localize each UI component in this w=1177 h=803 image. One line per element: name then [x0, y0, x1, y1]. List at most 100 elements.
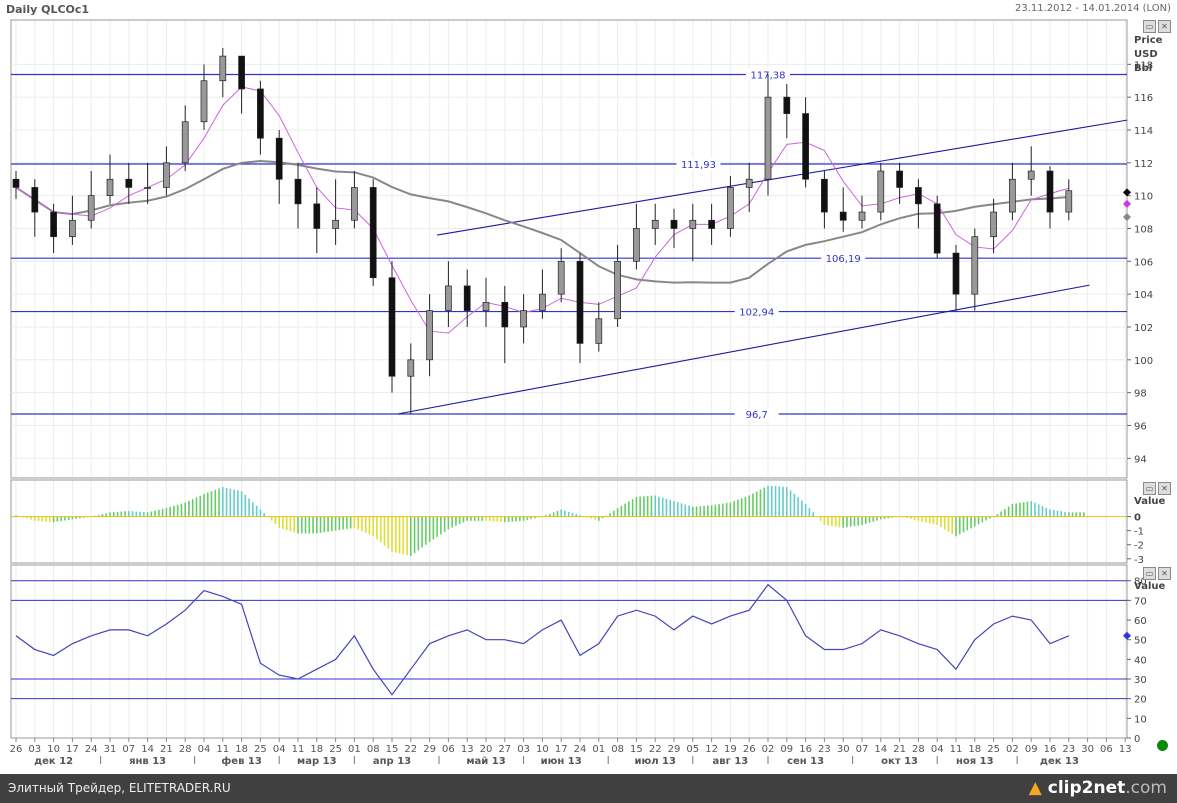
- candle-down: [257, 88, 264, 139]
- rsi-tick-label: 10: [1134, 714, 1147, 725]
- candle-down: [1046, 170, 1054, 213]
- month-label: май 13: [466, 756, 505, 767]
- x-tick-label: 11: [216, 744, 229, 755]
- minimize-icon[interactable]: ▭: [1143, 20, 1156, 33]
- close-icon[interactable]: ✕: [1158, 20, 1171, 33]
- close-icon[interactable]: ✕: [1158, 567, 1171, 580]
- price-tick-label: 116: [1134, 93, 1153, 104]
- price-tick-label: 108: [1134, 224, 1153, 235]
- x-tick-label: 31: [104, 744, 117, 755]
- x-tick-label: 26: [10, 744, 23, 755]
- candle-down: [915, 187, 922, 205]
- clip2net-logo: ▲ clip2net.com: [1028, 778, 1167, 798]
- rsi-tick-label: 30: [1134, 675, 1147, 686]
- axis-label-currency: USD: [1134, 49, 1158, 60]
- candle-down: [238, 55, 245, 90]
- candle-up: [1009, 178, 1016, 213]
- rsi-tick-label: 50: [1134, 636, 1147, 647]
- candle-down: [896, 170, 903, 188]
- trend-line: [437, 119, 1128, 236]
- minimize-icon[interactable]: ▭: [1143, 482, 1156, 495]
- x-tick-label: 21: [160, 744, 173, 755]
- candle-up: [1065, 190, 1073, 213]
- x-tick-label: 01: [592, 744, 605, 755]
- x-tick-label: 15: [386, 744, 399, 755]
- status-indicator: [1157, 740, 1168, 751]
- x-tick-label: 17: [66, 744, 79, 755]
- candle-up: [219, 55, 227, 82]
- x-tick-label: 14: [874, 744, 887, 755]
- x-tick-label: 06: [1100, 744, 1113, 755]
- rsi-panel: [10, 564, 1128, 739]
- candle-up: [539, 293, 546, 311]
- x-tick-label: 25: [329, 744, 342, 755]
- x-tick-label: 29: [423, 744, 436, 755]
- rsi-current-marker: [1123, 631, 1131, 640]
- price-panel: [10, 19, 1128, 479]
- candle-down: [783, 96, 791, 114]
- x-tick-label: 04: [931, 744, 944, 755]
- trend-line: [397, 284, 1090, 415]
- x-tick-label: 10: [47, 744, 60, 755]
- rsi-tick-label: 20: [1134, 695, 1147, 706]
- chart-canvas[interactable]: 949698100102104106108110112114116118117,…: [0, 0, 1177, 774]
- level-label: 106,19: [826, 254, 861, 265]
- candle-down: [670, 219, 678, 229]
- x-tick-label: 09: [780, 744, 793, 755]
- month-label: фев 13: [221, 755, 261, 767]
- candle-up: [407, 359, 415, 377]
- x-tick-label: 07: [856, 744, 869, 755]
- level-label: 96,7: [746, 410, 768, 421]
- rsi-tick-label: 60: [1134, 616, 1147, 627]
- candle-down: [576, 260, 584, 344]
- candle-down: [369, 187, 377, 279]
- candle-up: [200, 80, 208, 123]
- candle-down: [933, 203, 941, 254]
- x-tick-label: 28: [179, 744, 192, 755]
- candle-up: [163, 162, 170, 188]
- month-label: июл 13: [634, 756, 675, 767]
- minimize-icon[interactable]: ▭: [1143, 567, 1156, 580]
- x-tick-label: 25: [254, 744, 267, 755]
- x-tick-label: 22: [404, 744, 417, 755]
- macd-tick-label: 0: [1134, 513, 1141, 524]
- x-tick-label: 20: [480, 744, 493, 755]
- candle-up: [877, 170, 885, 213]
- last-value-marker: [1123, 212, 1131, 221]
- x-tick-label: 11: [950, 744, 963, 755]
- footer: Элитный Трейдер, ELITETRADER.RU ▲ clip2n…: [0, 774, 1177, 803]
- x-tick-label: 02: [1006, 744, 1019, 755]
- candle-up: [614, 260, 621, 320]
- last-value-marker: [1123, 199, 1131, 208]
- x-tick-label: 23: [818, 744, 831, 755]
- x-tick-label: 13: [461, 744, 474, 755]
- candle-down: [388, 277, 396, 377]
- candle-down: [821, 178, 828, 213]
- x-tick-label: 10: [536, 744, 549, 755]
- x-tick-label: 22: [649, 744, 662, 755]
- axis-label-unit: Bbl: [1134, 63, 1153, 74]
- axis-label-price: Price: [1134, 35, 1163, 46]
- x-tick-label: 07: [122, 744, 135, 755]
- price-tick-label: 102: [1134, 323, 1153, 334]
- x-tick-label: 24: [574, 744, 587, 755]
- candle-up: [106, 178, 114, 196]
- close-icon[interactable]: ✕: [1158, 482, 1171, 495]
- month-label: ноя 13: [956, 756, 994, 767]
- month-label: дек 13: [1040, 756, 1079, 767]
- candle-down: [708, 219, 715, 229]
- x-tick-label: 26: [743, 744, 756, 755]
- x-tick-label: 03: [28, 744, 41, 755]
- candle-up: [181, 121, 189, 164]
- x-tick-label: 23: [1062, 744, 1075, 755]
- macd-panel-controls: ▭ ✕: [1143, 482, 1171, 495]
- macd-tick-label: -1: [1134, 527, 1144, 538]
- x-tick-label: 18: [968, 744, 981, 755]
- x-tick-label: 04: [273, 744, 286, 755]
- x-tick-label: 02: [762, 744, 775, 755]
- macd-tick-label: -3: [1134, 555, 1144, 566]
- candle-up: [971, 236, 979, 295]
- candle-up: [557, 260, 565, 295]
- candle-up: [651, 219, 659, 229]
- candle-down: [125, 178, 133, 188]
